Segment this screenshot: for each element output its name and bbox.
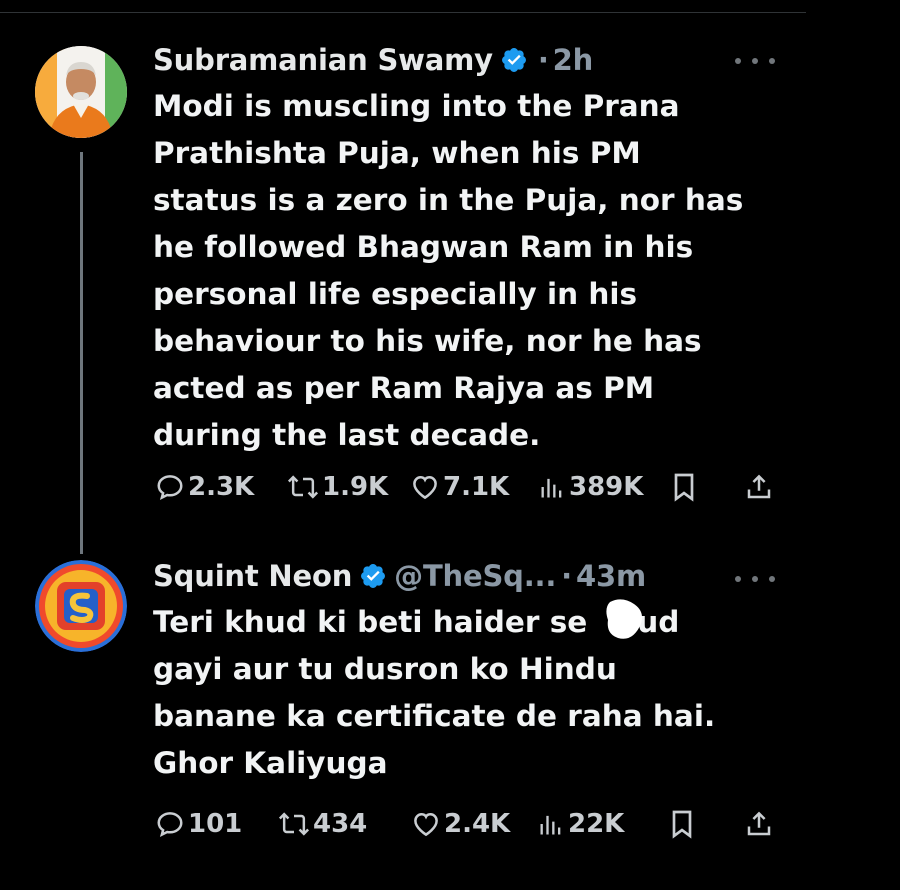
repost-count: 1.9K <box>322 472 389 502</box>
tweet-action-bar: 2.3K 1.9K 7.1K 389K <box>155 469 785 505</box>
person-portrait-icon <box>35 46 127 138</box>
user-handle[interactable]: @TheSq... <box>394 559 556 593</box>
verified-badge-icon <box>500 46 528 74</box>
views-chart-icon <box>540 815 561 835</box>
tweet-text-line: Ghor Kaliyuga <box>153 746 388 780</box>
tweet-text-line: he followed Bhagwan Ram in his <box>153 230 694 264</box>
tweet-text-line: status is a zero in the Puja, nor has <box>153 183 744 217</box>
tweet-text-line: Prathishta Puja, when his PM <box>153 136 641 170</box>
share-upload-icon <box>747 474 771 499</box>
bookmark-icon <box>674 473 694 502</box>
tweet-text-line: during the last decade. <box>153 418 541 452</box>
tweet-text: Modi is muscling into the Prana Prathish… <box>153 83 793 459</box>
share-button[interactable] <box>744 806 774 842</box>
reply-button[interactable]: 101 <box>155 806 242 842</box>
reply-button[interactable]: 2.3K <box>155 469 254 505</box>
tweet-text-line: personal life especially in his <box>153 277 638 311</box>
repost-icon <box>287 475 319 499</box>
tweet-text-line: banane ka certificate de raha hai. <box>153 699 716 733</box>
views-button[interactable]: 22K <box>537 806 624 842</box>
like-count: 7.1K <box>443 472 510 502</box>
like-button[interactable]: 2.4K <box>411 806 510 842</box>
reply-count: 101 <box>188 809 243 839</box>
tweet-text-line: Teri khud ki beti haider se ud <box>153 599 793 646</box>
avatar-squint-neon[interactable] <box>35 560 127 652</box>
repost-button[interactable]: 434 <box>278 806 367 842</box>
share-button[interactable] <box>744 469 774 505</box>
squint-neon-logo-icon <box>35 560 127 652</box>
views-count: 389K <box>569 472 644 502</box>
reply-icon <box>157 475 183 500</box>
like-button[interactable]: 7.1K <box>410 469 509 505</box>
share-upload-icon <box>747 811 771 836</box>
thread-connector-line <box>80 152 83 554</box>
tweet-header: Squint Neon @TheSq... · 43m <box>153 556 646 596</box>
bookmark-button[interactable] <box>670 469 698 505</box>
heart-icon <box>413 475 437 500</box>
reply-count: 2.3K <box>188 472 255 502</box>
tweet-text-line: gayi aur tu dusron ko Hindu <box>153 652 617 686</box>
reply-icon <box>157 812 183 837</box>
separator-dot: · <box>561 559 572 593</box>
tweet-text-line: acted as per Ram Rajya as PM <box>153 371 655 405</box>
display-name[interactable]: Squint Neon <box>153 559 352 593</box>
tweet-timestamp[interactable]: 43m <box>576 559 646 593</box>
repost-icon <box>278 812 310 836</box>
redaction-smudge <box>606 599 642 639</box>
views-chart-icon <box>541 478 562 498</box>
bookmark-button[interactable] <box>668 806 696 842</box>
more-options-icon[interactable] <box>735 573 775 585</box>
avatar-subramanian-swamy[interactable] <box>35 46 127 138</box>
like-count: 2.4K <box>444 809 511 839</box>
heart-icon <box>414 812 438 837</box>
tweet-text-fragment: Teri khud ki beti haider se <box>153 605 588 639</box>
tweet-text-line: behaviour to his wife, nor he has <box>153 324 702 358</box>
tweet-text-line: Modi is muscling into the Prana <box>153 89 680 123</box>
separator-dot: · <box>537 43 549 77</box>
repost-button[interactable]: 1.9K <box>287 469 388 505</box>
views-count: 22K <box>568 809 625 839</box>
tweet-timestamp[interactable]: 2h <box>553 43 594 77</box>
display-name[interactable]: Subramanian Swamy <box>153 43 493 77</box>
top-divider <box>0 12 806 13</box>
views-button[interactable]: 389K <box>538 469 643 505</box>
more-options-icon[interactable] <box>735 55 775 67</box>
tweet-header: Subramanian Swamy · 2h <box>153 40 593 80</box>
bookmark-icon <box>672 810 692 839</box>
verified-badge-icon <box>359 562 387 590</box>
repost-count: 434 <box>313 809 368 839</box>
tweet-action-bar: 101 434 2.4K 22K <box>155 806 785 842</box>
tweet-text: Teri khud ki beti haider se ud gayi aur t… <box>153 599 793 787</box>
